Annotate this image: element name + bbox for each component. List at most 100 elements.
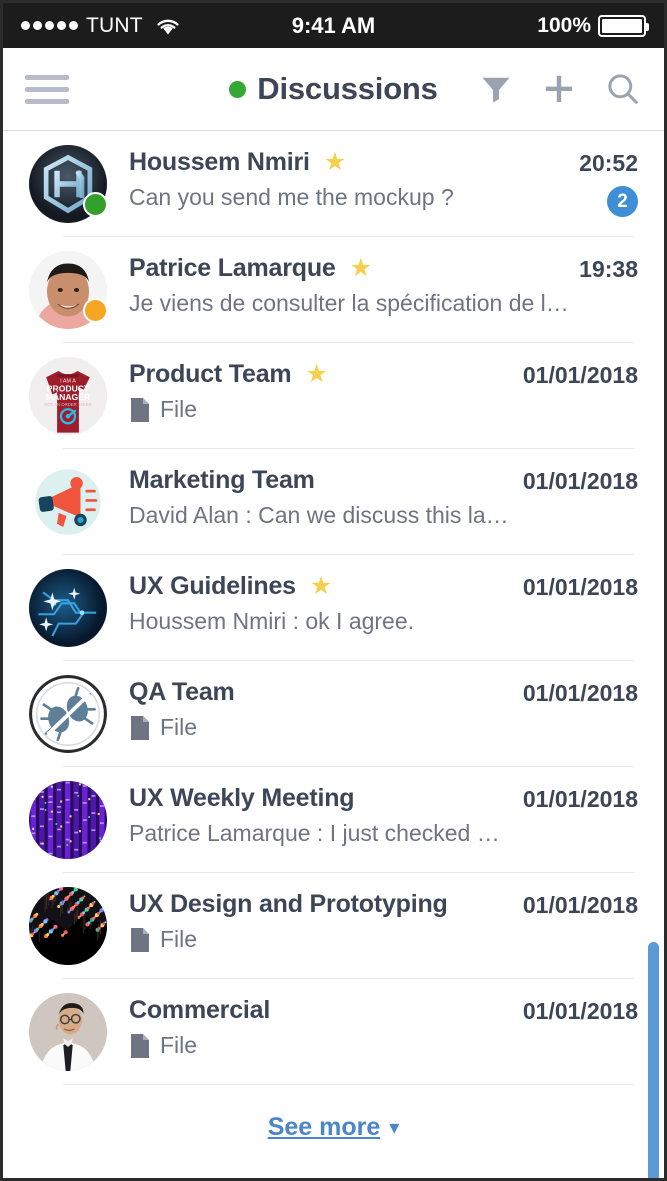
discussion-content: Commercial File [129, 993, 513, 1059]
discussion-content: Product Team ★ File [129, 357, 513, 423]
discussion-preview: Je viens de consulter la spécification d… [129, 290, 569, 316]
file-attachment-icon [129, 927, 151, 953]
avatar[interactable]: I AM A PRODUCT MANAGER NOT AN ORDER TAKER [29, 357, 107, 435]
favorite-star-icon[interactable]: ★ [305, 362, 327, 387]
avatar-image-purple-server-racks [29, 781, 107, 859]
discussion-preview-row: File [129, 714, 513, 741]
file-attachment-icon [129, 715, 151, 741]
avatar[interactable] [29, 781, 107, 859]
search-icon[interactable] [604, 70, 642, 108]
discussion-meta: 01/01/2018 [513, 463, 638, 495]
svg-text:MANAGER: MANAGER [46, 392, 91, 402]
discussion-meta: 01/01/2018 [513, 993, 638, 1025]
discussion-content: UX Guidelines ★ Houssem Nmiri : ok I agr… [129, 569, 513, 635]
phone-screen: TUNT 9:41 AM 100% Discussions Houssem Nm… [0, 0, 667, 1181]
favorite-star-icon[interactable]: ★ [310, 574, 332, 599]
signal-strength-icon [21, 21, 78, 30]
discussion-list[interactable]: Houssem Nmiri ★ Can you send me the mock… [3, 131, 664, 1178]
discussion-content: Patrice Lamarque ★ Je viens de consulter… [129, 251, 569, 317]
discussion-title: UX Guidelines [129, 572, 296, 600]
discussion-meta: 20:52 2 [569, 145, 638, 217]
avatar-image-bug-icon-badge [29, 675, 107, 753]
discussion-title-row: Product Team ★ [129, 360, 513, 389]
discussion-timestamp: 01/01/2018 [522, 786, 638, 812]
discussion-timestamp: 01/01/2018 [522, 998, 638, 1024]
chevron-down-icon: ▾ [389, 1116, 400, 1139]
presence-away-icon [83, 298, 108, 323]
discussion-title: UX Weekly Meeting [129, 784, 355, 812]
avatar-image-blue-circuit-glow [29, 569, 107, 647]
discussion-row[interactable]: UX Design and Prototyping File 01/01/201… [3, 873, 664, 979]
plus-icon[interactable] [540, 70, 578, 108]
status-bar-right: 100% [537, 13, 649, 38]
file-attachment-icon [129, 397, 151, 423]
discussion-content: Marketing Team David Alan : Can we discu… [129, 463, 513, 529]
discussion-title: QA Team [129, 678, 235, 706]
carrier-label: TUNT [86, 13, 143, 37]
page-title: Discussions [257, 71, 438, 106]
discussion-preview: Can you send me the mockup ? [129, 184, 454, 210]
discussion-preview-row: Je viens de consulter la spécification d… [129, 290, 569, 317]
discussion-row[interactable]: Patrice Lamarque ★ Je viens de consulter… [3, 237, 664, 343]
discussion-meta: 01/01/2018 [513, 569, 638, 601]
avatar-image-man-white-shirt-tie [29, 993, 107, 1071]
discussion-meta: 01/01/2018 [513, 781, 638, 813]
discussion-preview-row: File [129, 396, 513, 423]
status-bar-left: TUNT [21, 14, 537, 38]
battery-percent-label: 100% [537, 13, 591, 37]
discussion-title-row: UX Design and Prototyping [129, 890, 513, 919]
discussion-preview-row: File [129, 1032, 513, 1059]
discussion-row[interactable]: UX Weekly Meeting Patrice Lamarque : I j… [3, 767, 664, 873]
filter-icon[interactable] [478, 71, 514, 107]
discussion-row[interactable]: Houssem Nmiri ★ Can you send me the mock… [3, 131, 664, 237]
discussion-title-row: UX Weekly Meeting [129, 784, 513, 813]
avatar-image-product-manager-tshirt: I AM A PRODUCT MANAGER NOT AN ORDER TAKER [29, 357, 107, 435]
discussion-row[interactable]: Marketing Team David Alan : Can we discu… [3, 449, 664, 555]
avatar[interactable] [29, 675, 107, 753]
discussion-title: Houssem Nmiri [129, 148, 310, 176]
avatar-image-colorful-city-lights [29, 887, 107, 965]
scrollbar-track[interactable] [648, 259, 659, 1178]
presence-online-icon [83, 192, 108, 217]
discussion-row[interactable]: QA Team File 01/01/2018 [3, 661, 664, 767]
discussion-preview: File [160, 396, 198, 422]
discussion-timestamp: 19:38 [579, 256, 638, 282]
discussion-row[interactable]: I AM A PRODUCT MANAGER NOT AN ORDER TAKER P… [3, 343, 664, 449]
see-more-button[interactable]: See more ▾ [3, 1085, 664, 1142]
favorite-star-icon[interactable]: ★ [350, 256, 372, 281]
discussion-title: Marketing Team [129, 466, 315, 494]
discussion-title-row: QA Team [129, 678, 513, 707]
discussion-preview-row: Patrice Lamarque : I just checked with t… [129, 820, 513, 847]
discussion-title-row: Houssem Nmiri ★ [129, 148, 569, 177]
discussion-title: Commercial [129, 996, 271, 1024]
discussion-row[interactable]: Commercial File 01/01/2018 [3, 979, 664, 1085]
wifi-icon [155, 16, 181, 36]
file-attachment-icon [129, 1033, 151, 1059]
discussion-preview: Patrice Lamarque : I just checked with t… [129, 820, 513, 846]
scrollbar-thumb[interactable] [648, 942, 659, 1178]
favorite-star-icon[interactable]: ★ [324, 150, 346, 175]
discussion-title-row: Patrice Lamarque ★ [129, 254, 569, 283]
avatar[interactable] [29, 887, 107, 965]
discussion-meta: 01/01/2018 [513, 887, 638, 919]
avatar[interactable] [29, 463, 107, 541]
discussion-title-row: Commercial [129, 996, 513, 1025]
hamburger-menu-icon[interactable] [25, 74, 69, 104]
discussion-preview-row: Can you send me the mockup ? [129, 184, 569, 211]
discussion-timestamp: 20:52 [579, 150, 638, 176]
battery-full-icon [598, 14, 649, 37]
avatar[interactable] [29, 145, 108, 223]
discussion-row[interactable]: UX Guidelines ★ Houssem Nmiri : ok I agr… [3, 555, 664, 661]
svg-text:NOT AN ORDER TAKER: NOT AN ORDER TAKER [44, 402, 92, 407]
discussion-timestamp: 01/01/2018 [522, 892, 638, 918]
avatar[interactable] [29, 569, 107, 647]
discussion-title-row: Marketing Team [129, 466, 513, 495]
discussion-timestamp: 01/01/2018 [522, 468, 638, 494]
presence-status-icon [229, 80, 247, 98]
avatar[interactable] [29, 251, 108, 329]
top-navigation-bar: Discussions [3, 48, 664, 131]
discussion-preview: File [160, 926, 198, 952]
avatar[interactable] [29, 993, 107, 1071]
discussion-content: UX Design and Prototyping File [129, 887, 513, 953]
discussion-meta: 19:38 [569, 251, 638, 283]
